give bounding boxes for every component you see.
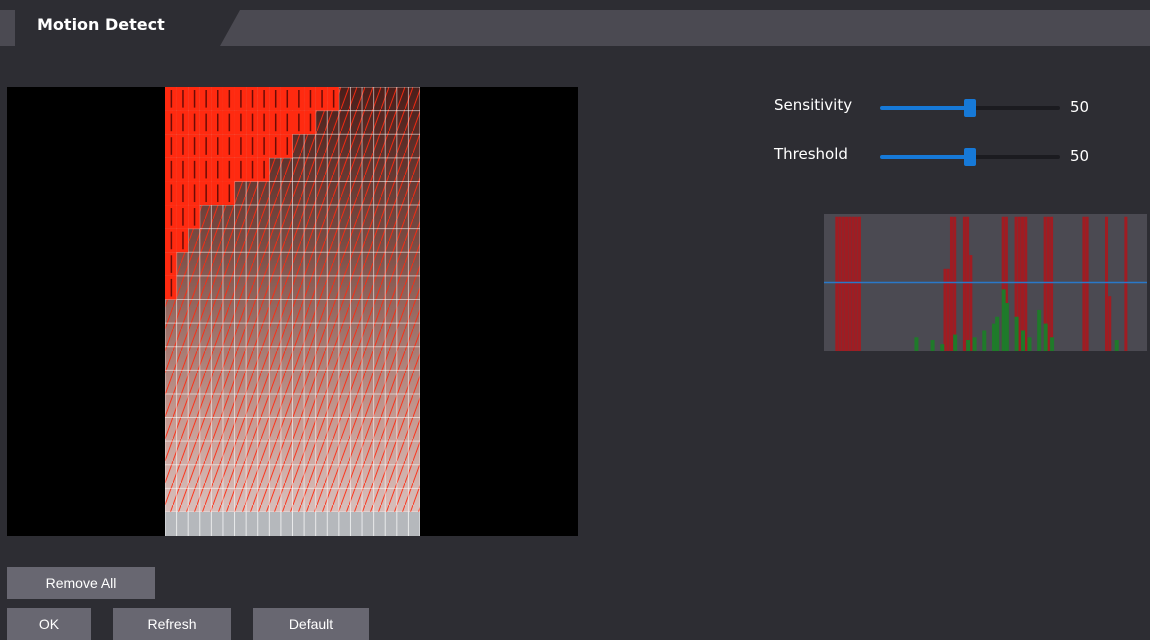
motion-bar-red	[969, 255, 973, 351]
ok-button[interactable]: OK	[7, 608, 91, 640]
sensitivity-slider[interactable]	[880, 99, 1060, 117]
motion-bar-red	[953, 216, 957, 351]
threshold-slider-fill	[880, 155, 970, 159]
motion-bar-red	[841, 216, 845, 351]
motion-bar-green	[1014, 316, 1019, 351]
motion-bar-red	[949, 216, 953, 351]
motion-bar-red	[1105, 216, 1109, 351]
motion-bar-red	[1085, 216, 1089, 351]
sensitivity-value: 50	[1070, 98, 1090, 116]
motion-bar-red	[854, 216, 858, 351]
sensitivity-slider-thumb[interactable]	[964, 99, 976, 117]
motion-level-graph	[824, 214, 1147, 351]
motion-bar-red	[838, 216, 842, 351]
motion-bar-green	[914, 337, 919, 351]
motion-bar-red	[844, 216, 848, 351]
video-preview[interactable]	[7, 87, 578, 536]
refresh-button[interactable]: Refresh	[113, 608, 231, 640]
motion-bar-green	[1114, 340, 1119, 351]
motion-bar-green	[1050, 337, 1055, 351]
motion-bar-red	[966, 216, 970, 351]
threshold-label: Threshold	[774, 145, 848, 163]
motion-level-chart	[824, 216, 1147, 351]
motion-bar-green	[930, 340, 935, 351]
tab-bar: Motion Detect	[0, 0, 1150, 46]
threshold-slider[interactable]	[880, 148, 1060, 166]
sensitivity-row: Sensitivity 50	[774, 96, 1104, 118]
motion-bar-green	[966, 340, 971, 351]
motion-bar-green	[1027, 337, 1032, 351]
motion-bar-red	[943, 268, 947, 351]
motion-bar-red	[857, 216, 861, 351]
tab-label: Motion Detect	[37, 15, 165, 34]
motion-bar-red	[848, 216, 852, 351]
motion-bar-red	[835, 216, 839, 351]
motion-bar-green	[972, 337, 977, 351]
motion-bar-green	[940, 344, 945, 351]
tab-motion-detect[interactable]: Motion Detect	[15, 10, 240, 46]
motion-bar-green	[982, 330, 987, 351]
motion-bar-green	[995, 316, 1000, 351]
threshold-slider-thumb[interactable]	[964, 148, 976, 166]
motion-bar-green	[1043, 323, 1048, 351]
sensitivity-slider-fill	[880, 106, 970, 110]
motion-bar-red	[1050, 216, 1054, 351]
default-button[interactable]: Default	[253, 608, 369, 640]
remove-all-button[interactable]: Remove All	[7, 567, 155, 599]
motion-bar-green	[953, 334, 958, 351]
motion-bar-red	[946, 268, 950, 351]
motion-bar-green	[1021, 330, 1026, 351]
threshold-row: Threshold 50	[774, 145, 1104, 167]
motion-bar-red	[851, 216, 855, 351]
motion-bar-red	[1082, 216, 1086, 351]
motion-bar-red	[1108, 296, 1112, 351]
sensitivity-label: Sensitivity	[774, 96, 853, 114]
motion-bar-green	[1004, 303, 1009, 351]
threshold-value: 50	[1070, 147, 1090, 165]
motion-bar-red	[1124, 216, 1128, 351]
motion-bar-red	[962, 216, 966, 351]
motion-bar-green	[1037, 309, 1042, 351]
motion-area-grid[interactable]	[165, 87, 420, 536]
